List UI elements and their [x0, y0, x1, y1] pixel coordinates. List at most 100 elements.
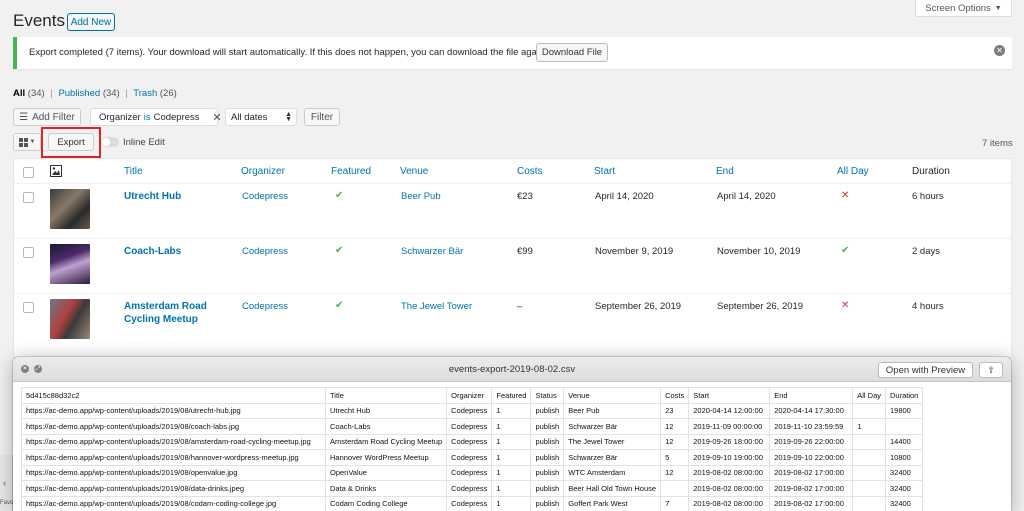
csv-cell: Utrecht Hub: [324, 402, 448, 419]
csv-cell: The Jewel Tower: [563, 433, 662, 450]
row-checkbox[interactable]: [23, 302, 34, 313]
organizer-link[interactable]: Codepress: [242, 301, 288, 312]
item-count: 7 items: [982, 138, 1013, 149]
venue-link[interactable]: Schwarzer Bär: [401, 246, 463, 257]
dates-select[interactable]: All dates ▲ ▼: [225, 108, 297, 126]
csv-cell: Coach-Labs: [324, 418, 448, 435]
start-date: April 14, 2020: [595, 191, 654, 202]
event-title-link[interactable]: Utrecht Hub: [124, 190, 181, 203]
download-file-button[interactable]: Download File: [536, 43, 608, 62]
csv-cell: 1: [491, 433, 532, 450]
column-organizer[interactable]: Organizer: [241, 166, 285, 177]
csv-cell: 10800: [884, 449, 924, 466]
view-separator: |: [50, 88, 53, 99]
organizer-link[interactable]: Codepress: [242, 246, 288, 257]
inline-edit-label: Inline Edit: [123, 137, 165, 148]
csv-cell: 2019-09-10 22:00:00: [769, 449, 854, 466]
row-divider: [14, 238, 1011, 239]
toggle-knob: [102, 138, 110, 146]
page-title: Events: [13, 11, 65, 30]
csv-cell: 2019-08-02 17:00:00: [769, 480, 854, 497]
select-arrows-icon: ▲ ▼: [285, 111, 292, 123]
venue-link[interactable]: The Jewel Tower: [401, 301, 472, 312]
highlight-box: [41, 127, 101, 158]
view-all-count: (34): [27, 88, 45, 99]
column-costs[interactable]: Costs: [517, 166, 543, 177]
organizer-filter-chip[interactable]: Organizer is Codepress ✕: [90, 108, 222, 126]
event-thumbnail: [50, 244, 90, 284]
add-new-button[interactable]: Add New: [67, 13, 115, 31]
csv-cell: 5d415c88d32c2: [21, 387, 326, 404]
cost-value: €23: [517, 191, 533, 202]
column-venue[interactable]: Venue: [400, 166, 428, 177]
event-thumbnail: [50, 299, 90, 339]
csv-cell: publish: [530, 402, 565, 419]
column-layout-button[interactable]: ▼: [13, 133, 41, 151]
duration-value: 2 days: [912, 246, 940, 257]
csv-cell: 7: [660, 495, 690, 511]
csv-header-row: 5d415c88d32c2 Title Organizer Featured Statu…: [21, 387, 924, 404]
csv-cell: Hannover WordPress Meetup: [324, 449, 448, 466]
csv-cell: Data & Drinks: [324, 480, 448, 497]
dismiss-icon[interactable]: ✕: [994, 45, 1005, 56]
csv-cell: [852, 464, 886, 481]
csv-cell: Codepress: [446, 464, 493, 481]
csv-cell: 2019-08-02 08:00:00: [688, 480, 771, 497]
event-title-link[interactable]: Amsterdam Road Cycling Meetup: [124, 300, 219, 326]
csv-cell: 32400: [884, 480, 924, 497]
csv-cell: [852, 495, 886, 511]
organizer-link[interactable]: Codepress: [242, 191, 288, 202]
remove-filter-icon[interactable]: ✕: [213, 111, 222, 124]
column-title[interactable]: Title: [124, 166, 143, 177]
image-column-icon: [50, 165, 62, 177]
csv-cell: 12: [660, 464, 690, 481]
view-all[interactable]: All: [13, 88, 25, 99]
csv-cell: 2019-11-09 00:00:00: [688, 418, 771, 435]
open-with-preview-button[interactable]: Open with Preview: [878, 362, 973, 378]
view-published-count: (34): [102, 88, 120, 99]
csv-cell: Duration: [884, 387, 924, 404]
event-title-link[interactable]: Coach-Labs: [124, 245, 181, 258]
csv-cell: Codepress: [446, 480, 493, 497]
duration-value: 6 hours: [912, 191, 944, 202]
csv-cell: 1: [491, 495, 532, 511]
select-all-checkbox[interactable]: [23, 167, 34, 178]
screen-options-button[interactable]: Screen Options ▼: [915, 0, 1012, 17]
row-checkbox[interactable]: [23, 247, 34, 258]
view-published[interactable]: Published: [58, 88, 100, 99]
csv-cell: https://ac-demo.app/wp-content/uploads/2…: [21, 433, 326, 450]
duration-value: 4 hours: [912, 301, 944, 312]
view-trash[interactable]: Trash: [133, 88, 157, 99]
venue-link[interactable]: Beer Pub: [401, 191, 441, 202]
column-start[interactable]: Start: [594, 166, 615, 177]
screen-options-label: Screen Options: [925, 2, 991, 14]
csv-cell: https://ac-demo.app/wp-content/uploads/2…: [21, 480, 326, 497]
column-end[interactable]: End: [716, 166, 734, 177]
chip-operator: is: [143, 111, 151, 123]
csv-cell: publish: [530, 449, 565, 466]
csv-cell: 2019-09-10 19:00:00: [688, 449, 771, 466]
filter-button[interactable]: Filter: [304, 108, 340, 126]
chip-value: Codepress: [153, 111, 200, 123]
csv-cell: 2019-08-02 17:00:00: [769, 464, 854, 481]
chevron-left-icon[interactable]: ‹: [3, 478, 6, 488]
row-checkbox[interactable]: [23, 192, 34, 203]
inline-edit-toggle[interactable]: [101, 137, 119, 147]
csv-cell: Venue: [563, 387, 662, 404]
row-divider: [14, 183, 1011, 184]
csv-row: https://ac-demo.app/wp-content/uploads/2…: [21, 402, 924, 419]
caret-down-icon: ▼: [29, 139, 36, 145]
csv-cell: Codepress: [446, 495, 493, 511]
csv-cell: publish: [530, 433, 565, 450]
csv-cell: publish: [530, 418, 565, 435]
share-icon[interactable]: ⇧: [979, 362, 1003, 378]
csv-cell: OpenValue: [324, 464, 448, 481]
add-filter-button[interactable]: ☰ Add Filter: [13, 108, 81, 126]
csv-row: https://ac-demo.app/wp-content/uploads/2…: [21, 418, 924, 435]
csv-cell: 2019-09-26 18:00:00: [688, 433, 771, 450]
view-separator: |: [125, 88, 128, 99]
column-all-day[interactable]: All Day: [837, 166, 869, 177]
column-featured[interactable]: Featured: [331, 166, 371, 177]
csv-cell: Goffert Park West: [563, 495, 662, 511]
csv-cell: 1: [491, 418, 532, 435]
